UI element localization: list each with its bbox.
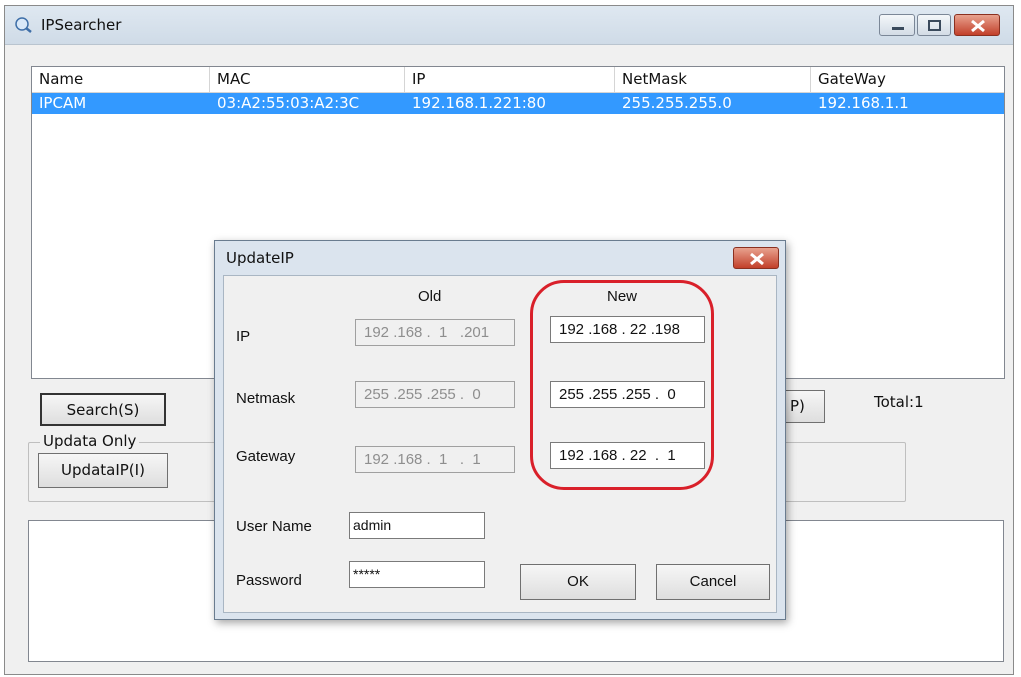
cell-gateway: 192.168.1.1	[818, 94, 909, 112]
column-header-mac[interactable]: MAC	[210, 67, 405, 92]
cell-mac: 03:A2:55:03:A2:3C	[217, 94, 360, 112]
group-label: Updata Only	[40, 432, 140, 450]
minimize-button[interactable]	[879, 14, 915, 36]
username-field[interactable]: admin	[349, 512, 485, 539]
password-field[interactable]: *****	[349, 561, 485, 588]
column-header-ip[interactable]: IP	[405, 67, 615, 92]
column-header-gateway[interactable]: GateWay	[811, 67, 1004, 92]
dialog-title: UpdateIP	[226, 249, 294, 267]
update-ip-button[interactable]: UpdataIP(I)	[38, 453, 168, 488]
title-bar[interactable]: IPSearcher	[5, 6, 1013, 45]
dialog-close-button[interactable]	[733, 247, 779, 269]
netmask-label: Netmask	[236, 390, 296, 407]
cell-name: IPCAM	[39, 94, 87, 112]
cell-ip: 192.168.1.221:80	[412, 94, 546, 112]
partially-hidden-button[interactable]: P)	[783, 390, 825, 423]
maximize-button[interactable]	[917, 14, 951, 36]
old-ip-field: 192 .168 . 1 .201	[355, 319, 515, 346]
window-title: IPSearcher	[41, 16, 122, 34]
search-button[interactable]: Search(S)	[40, 393, 166, 426]
total-count: Total:1	[874, 393, 924, 411]
column-header-name[interactable]: Name	[32, 67, 210, 92]
cell-netmask: 255.255.255.0	[622, 94, 732, 112]
column-header-netmask[interactable]: NetMask	[615, 67, 811, 92]
old-netmask-field: 255 .255 .255 . 0	[355, 381, 515, 408]
old-gateway-field: 192 .168 . 1 . 1	[355, 446, 515, 473]
table-row[interactable]: IPCAM 03:A2:55:03:A2:3C 192.168.1.221:80…	[32, 93, 1004, 114]
ip-label: IP	[236, 328, 251, 345]
new-values-highlight	[530, 280, 714, 490]
username-label: User Name	[236, 518, 312, 535]
password-label: Password	[236, 572, 302, 589]
close-button[interactable]	[954, 14, 1000, 36]
old-column-header: Old	[418, 288, 442, 305]
cancel-button[interactable]: Cancel	[656, 564, 770, 600]
list-header: Name MAC IP NetMask GateWay	[32, 67, 1004, 93]
gateway-label: Gateway	[236, 448, 296, 465]
ok-button[interactable]: OK	[520, 564, 636, 600]
app-icon	[14, 16, 34, 34]
